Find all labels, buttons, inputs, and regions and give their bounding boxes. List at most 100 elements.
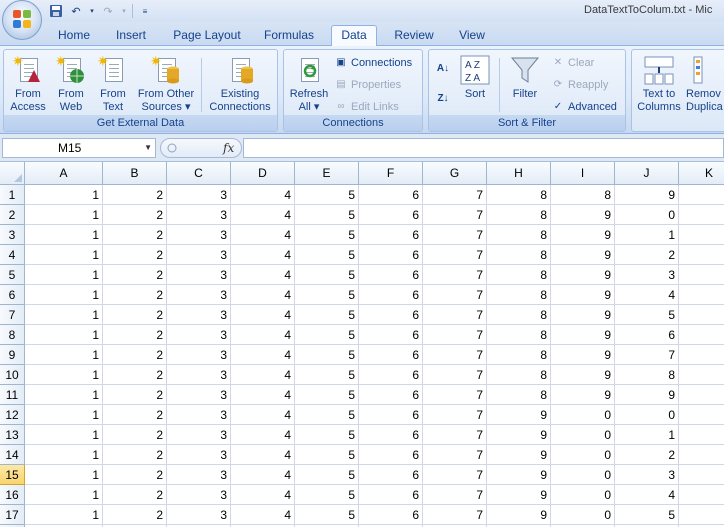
cell-i5[interactable]: 9 [551, 265, 615, 285]
cell-i9[interactable]: 9 [551, 345, 615, 365]
cell-c17[interactable]: 3 [167, 505, 231, 525]
cell-h2[interactable]: 8 [487, 205, 551, 225]
cell-f11[interactable]: 6 [359, 385, 423, 405]
cell-d17[interactable]: 4 [231, 505, 295, 525]
column-header-h[interactable]: H [487, 162, 551, 185]
cell-i1[interactable]: 8 [551, 185, 615, 205]
cell-i11[interactable]: 9 [551, 385, 615, 405]
row-header-13[interactable]: 13 [0, 425, 25, 445]
cell-i12[interactable]: 0 [551, 405, 615, 425]
properties-button[interactable]: ▤ Properties [334, 76, 401, 94]
cell-e4[interactable]: 5 [295, 245, 359, 265]
cell-e16[interactable]: 5 [295, 485, 359, 505]
cell-c1[interactable]: 3 [167, 185, 231, 205]
cell-j9[interactable]: 7 [615, 345, 679, 365]
cell-k17[interactable] [679, 505, 724, 525]
cell-i17[interactable]: 0 [551, 505, 615, 525]
cell-e10[interactable]: 5 [295, 365, 359, 385]
cell-f16[interactable]: 6 [359, 485, 423, 505]
cell-k16[interactable] [679, 485, 724, 505]
cell-k12[interactable] [679, 405, 724, 425]
cell-c11[interactable]: 3 [167, 385, 231, 405]
save-icon[interactable] [48, 3, 64, 19]
select-all-button[interactable] [0, 162, 25, 185]
cell-b1[interactable]: 2 [103, 185, 167, 205]
cell-j10[interactable]: 8 [615, 365, 679, 385]
cell-a4[interactable]: 1 [25, 245, 103, 265]
cell-j11[interactable]: 9 [615, 385, 679, 405]
column-header-a[interactable]: A [25, 162, 103, 185]
cell-g4[interactable]: 7 [423, 245, 487, 265]
cell-c2[interactable]: 3 [167, 205, 231, 225]
cell-k14[interactable] [679, 445, 724, 465]
cell-g14[interactable]: 7 [423, 445, 487, 465]
cell-k1[interactable] [679, 185, 724, 205]
cell-f5[interactable]: 6 [359, 265, 423, 285]
cell-d11[interactable]: 4 [231, 385, 295, 405]
from-text-button[interactable]: ✷ From Text [92, 54, 134, 114]
cell-g15[interactable]: 7 [423, 465, 487, 485]
cell-c4[interactable]: 3 [167, 245, 231, 265]
cell-f1[interactable]: 6 [359, 185, 423, 205]
cell-j17[interactable]: 5 [615, 505, 679, 525]
cell-c9[interactable]: 3 [167, 345, 231, 365]
tab-page-layout[interactable]: Page Layout [168, 26, 246, 46]
office-button[interactable] [2, 0, 42, 40]
cell-k4[interactable] [679, 245, 724, 265]
column-header-e[interactable]: E [295, 162, 359, 185]
cell-c10[interactable]: 3 [167, 365, 231, 385]
cell-d16[interactable]: 4 [231, 485, 295, 505]
cell-d9[interactable]: 4 [231, 345, 295, 365]
cell-f2[interactable]: 6 [359, 205, 423, 225]
cell-e7[interactable]: 5 [295, 305, 359, 325]
column-header-c[interactable]: C [167, 162, 231, 185]
cell-a17[interactable]: 1 [25, 505, 103, 525]
cell-j6[interactable]: 4 [615, 285, 679, 305]
row-header-15[interactable]: 15 [0, 465, 25, 485]
cell-b8[interactable]: 2 [103, 325, 167, 345]
cell-g1[interactable]: 7 [423, 185, 487, 205]
cell-h16[interactable]: 9 [487, 485, 551, 505]
cell-b11[interactable]: 2 [103, 385, 167, 405]
cell-k3[interactable] [679, 225, 724, 245]
from-other-sources-button[interactable]: ✷ From Other Sources ▾ [134, 54, 198, 114]
cell-a11[interactable]: 1 [25, 385, 103, 405]
cell-k11[interactable] [679, 385, 724, 405]
cell-g10[interactable]: 7 [423, 365, 487, 385]
cell-d2[interactable]: 4 [231, 205, 295, 225]
cell-h14[interactable]: 9 [487, 445, 551, 465]
cell-g8[interactable]: 7 [423, 325, 487, 345]
remove-duplicates-button[interactable]: Remov Duplica [686, 54, 724, 114]
cell-f13[interactable]: 6 [359, 425, 423, 445]
cell-c7[interactable]: 3 [167, 305, 231, 325]
cell-g3[interactable]: 7 [423, 225, 487, 245]
cell-d1[interactable]: 4 [231, 185, 295, 205]
column-header-d[interactable]: D [231, 162, 295, 185]
cell-f6[interactable]: 6 [359, 285, 423, 305]
advanced-filter-button[interactable]: ✓ Advanced [551, 98, 617, 116]
cell-j3[interactable]: 1 [615, 225, 679, 245]
reapply-button[interactable]: ⟳ Reapply [551, 76, 609, 94]
cell-b12[interactable]: 2 [103, 405, 167, 425]
cell-b5[interactable]: 2 [103, 265, 167, 285]
cell-d12[interactable]: 4 [231, 405, 295, 425]
cell-g16[interactable]: 7 [423, 485, 487, 505]
insert-function-icon[interactable]: fx [223, 141, 234, 155]
cell-a10[interactable]: 1 [25, 365, 103, 385]
cell-c3[interactable]: 3 [167, 225, 231, 245]
cell-h15[interactable]: 9 [487, 465, 551, 485]
cell-b4[interactable]: 2 [103, 245, 167, 265]
cell-g5[interactable]: 7 [423, 265, 487, 285]
column-header-k[interactable]: K [679, 162, 724, 185]
cell-i4[interactable]: 9 [551, 245, 615, 265]
cell-f3[interactable]: 6 [359, 225, 423, 245]
cell-a9[interactable]: 1 [25, 345, 103, 365]
cell-a12[interactable]: 1 [25, 405, 103, 425]
cell-k2[interactable] [679, 205, 724, 225]
cell-b17[interactable]: 2 [103, 505, 167, 525]
row-header-14[interactable]: 14 [0, 445, 25, 465]
cell-d14[interactable]: 4 [231, 445, 295, 465]
cell-j14[interactable]: 2 [615, 445, 679, 465]
cell-a8[interactable]: 1 [25, 325, 103, 345]
cell-h3[interactable]: 8 [487, 225, 551, 245]
